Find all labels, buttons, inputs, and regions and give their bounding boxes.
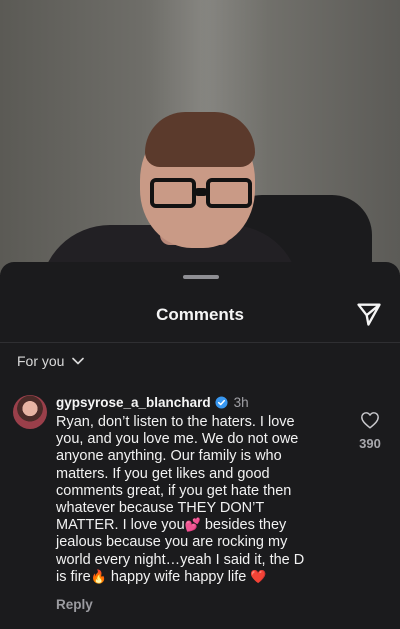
sheet-grabber-handle[interactable] <box>183 275 219 279</box>
two-hearts-emoji: 💕 <box>184 517 201 533</box>
filter-label: For you <box>17 353 65 369</box>
header-divider <box>0 342 400 343</box>
share-button[interactable] <box>354 300 384 328</box>
sort-filter-dropdown[interactable]: For you <box>17 351 85 371</box>
eyeglasses <box>150 178 260 210</box>
heart-outline-icon <box>361 412 379 429</box>
chevron-down-icon <box>72 357 85 365</box>
comment-username[interactable]: gypsyrose_a_blanchard <box>56 395 211 410</box>
red-heart-emoji: ❤️ <box>250 568 267 584</box>
comment-header: gypsyrose_a_blanchard 3h <box>56 395 249 410</box>
comments-sheet: Comments For you gypsyrose_a_blanchard 3… <box>0 262 400 629</box>
avatar[interactable] <box>13 395 47 429</box>
comment-text-part3: happy wife happy life <box>106 568 251 585</box>
video-frame-background <box>0 0 400 275</box>
sheet-title: Comments <box>156 305 244 324</box>
verified-badge-icon <box>215 396 228 409</box>
person-hair <box>145 112 255 167</box>
paper-plane-icon <box>357 303 381 326</box>
like-count: 390 <box>359 436 381 451</box>
like-button[interactable]: 390 <box>352 411 388 451</box>
reply-button[interactable]: Reply <box>56 597 93 612</box>
comment-timestamp: 3h <box>233 395 249 410</box>
comment-text-part1: Ryan, don’t listen to the haters. I love… <box>56 414 299 534</box>
comment-text: Ryan, don’t listen to the haters. I love… <box>56 414 316 586</box>
fire-emoji: 🔥 <box>90 568 107 584</box>
